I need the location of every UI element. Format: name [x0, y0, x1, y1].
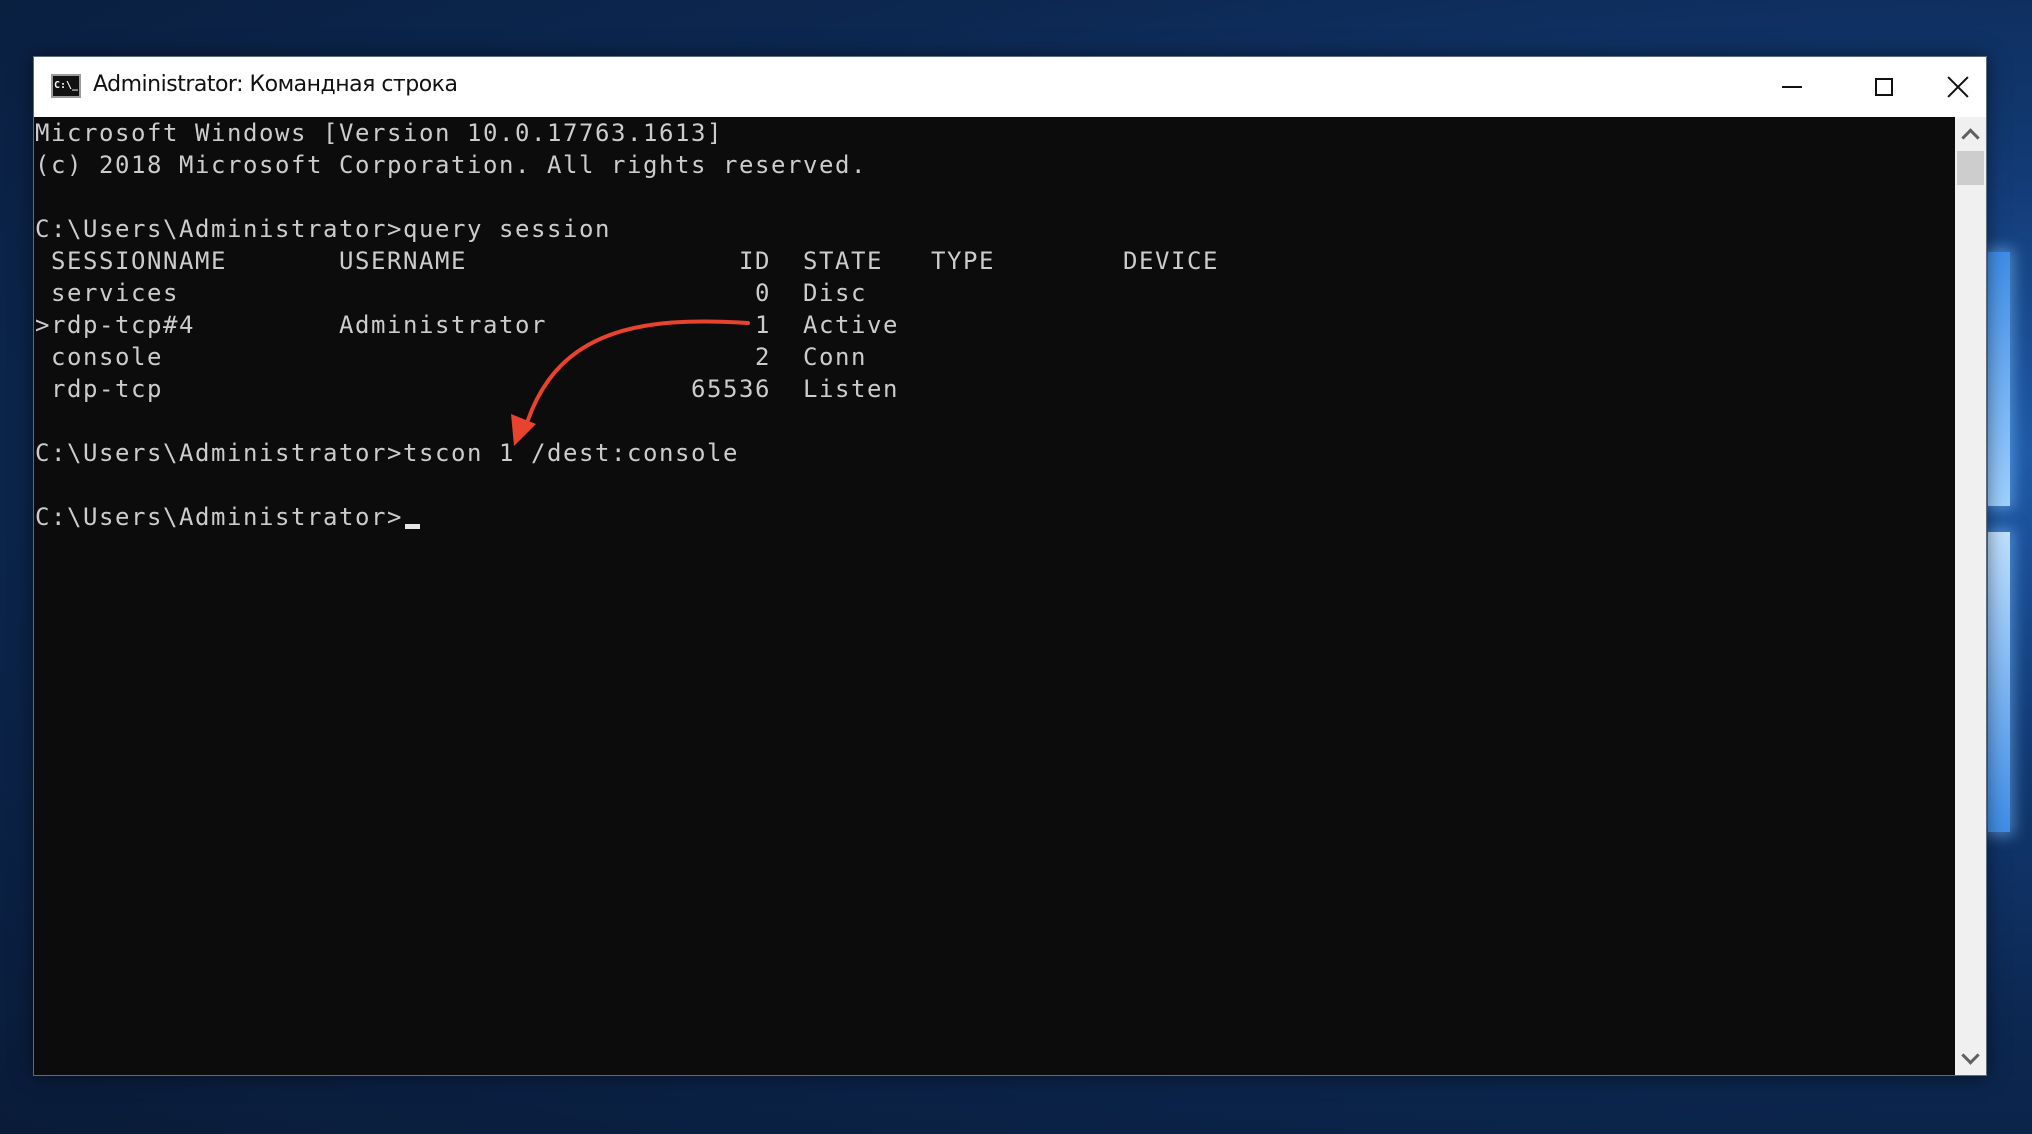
console-output[interactable]: Microsoft Windows [Version 10.0.17763.16…: [34, 117, 1954, 1075]
console-line: Microsoft Windows [Version 10.0.17763.16…: [35, 119, 723, 147]
session-row: services 0 Disc: [35, 279, 867, 307]
session-table-header: SESSIONNAME USERNAME ID STATE TYPE DEVIC…: [35, 247, 1219, 275]
command-prompt-window[interactable]: C:\_ Administrator: Командная строка Mic…: [33, 56, 1987, 1076]
maximize-icon: [1875, 78, 1893, 96]
minimize-icon: [1782, 86, 1802, 88]
console-line: C:\Users\Administrator>query session: [35, 215, 611, 243]
close-icon: [1946, 75, 1970, 99]
scroll-up-button[interactable]: [1955, 117, 1986, 151]
scroll-down-button[interactable]: [1955, 1041, 1986, 1075]
minimize-button[interactable]: [1746, 57, 1838, 117]
prompt-text: C:\Users\Administrator>: [35, 503, 403, 531]
logo-pane-top: [1988, 252, 2010, 506]
vertical-scrollbar[interactable]: [1955, 117, 1986, 1075]
console-line: C:\Users\Administrator>tscon 1 /dest:con…: [35, 439, 739, 467]
text-cursor: [404, 524, 420, 529]
session-row: rdp-tcp 65536 Listen: [35, 375, 899, 403]
maximize-button[interactable]: [1838, 57, 1930, 117]
session-row-current: >rdp-tcp#4 Administrator 1 Active: [35, 311, 899, 339]
command-prompt-line[interactable]: C:\Users\Administrator>: [35, 501, 420, 533]
session-row: console 2 Conn: [35, 343, 867, 371]
windows-logo-glow: [1980, 240, 2032, 850]
title-bar[interactable]: C:\_ Administrator: Командная строка: [34, 57, 1986, 117]
console-line: (c) 2018 Microsoft Corporation. All righ…: [35, 151, 867, 179]
window-title: Administrator: Командная строка: [93, 72, 458, 97]
cmd-app-icon: C:\_: [51, 74, 81, 98]
chevron-up-icon: [1961, 127, 1980, 147]
scrollbar-thumb[interactable]: [1957, 151, 1984, 185]
close-button[interactable]: [1930, 57, 1986, 117]
chevron-down-icon: [1961, 1045, 1980, 1065]
logo-pane-bottom: [1988, 532, 2010, 832]
